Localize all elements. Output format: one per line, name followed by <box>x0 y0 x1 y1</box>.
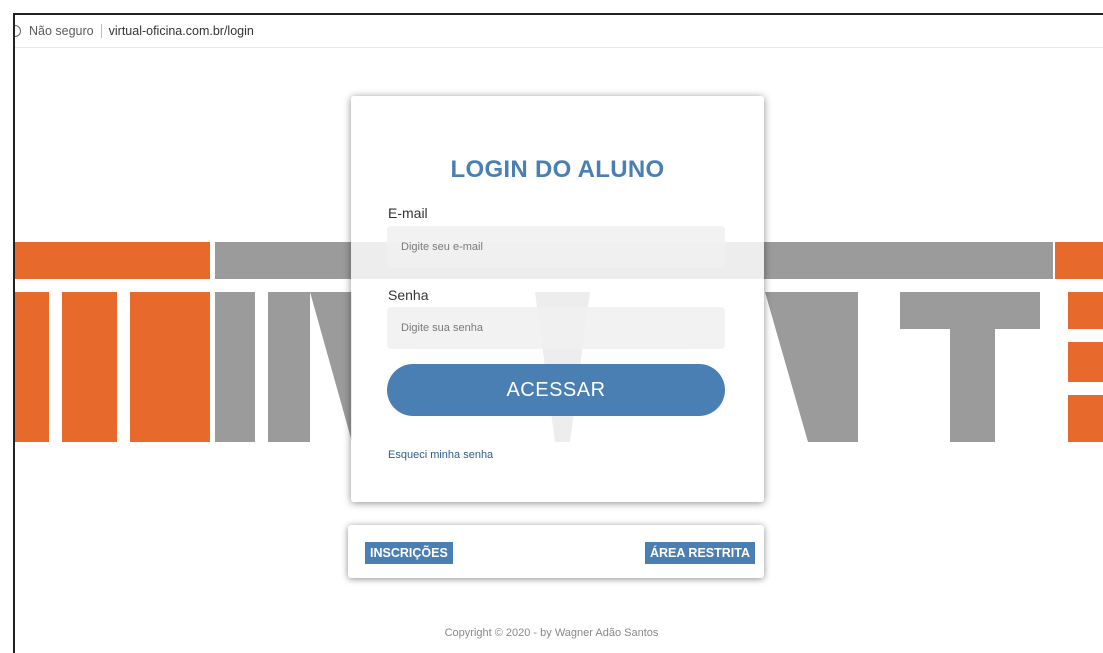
email-label: E-mail <box>388 205 428 221</box>
links-card: INSCRIÇÕES ÁREA RESTRITA <box>348 525 764 578</box>
password-label: Senha <box>388 287 429 303</box>
password-field[interactable] <box>387 307 725 349</box>
login-card: LOGIN DO ALUNO E-mail Senha ACESSAR Esqu… <box>351 96 764 502</box>
area-restrita-button[interactable]: ÁREA RESTRITA <box>645 542 755 564</box>
logo-letter-e-left <box>15 242 210 442</box>
logo-letter-e-right <box>1055 242 1103 442</box>
email-field[interactable] <box>387 226 725 268</box>
logo-letters-in <box>215 292 352 442</box>
acessar-button[interactable]: ACESSAR <box>387 364 725 416</box>
inscricoes-button[interactable]: INSCRIÇÕES <box>365 542 453 564</box>
footer-copyright: Copyright © 2020 - by Wagner Adão Santos <box>444 627 659 639</box>
forgot-password-link[interactable]: Esqueci minha senha <box>388 449 493 461</box>
logo-letters-nt <box>765 292 1040 442</box>
page-title: LOGIN DO ALUNO <box>450 156 665 183</box>
